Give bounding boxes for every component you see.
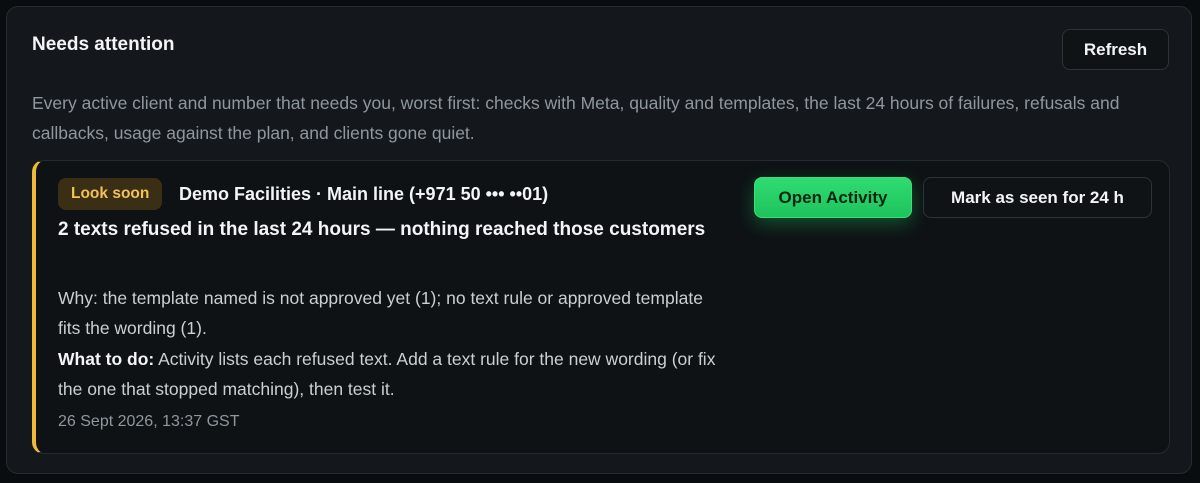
alert-timestamp: 26 Sept 2026, 13:37 GST: [58, 413, 240, 430]
open-activity-button[interactable]: Open Activity: [754, 177, 912, 218]
what-to-do-label: What to do:: [58, 349, 155, 369]
severity-badge: Look soon: [58, 178, 163, 210]
alert-what-to-do: What to do: Activity lists each refused …: [58, 344, 728, 404]
alert-why: Why: the template named is not approved …: [58, 288, 703, 338]
refresh-button[interactable]: Refresh: [1062, 29, 1169, 70]
alert-card: Look soon Demo Facilities · Main line (+…: [32, 160, 1170, 454]
client-line: Demo Facilities · Main line (+971 50 •••…: [179, 184, 549, 204]
panel-title: Needs attention: [32, 34, 175, 55]
what-to-do-text: Activity lists each refused text. Add a …: [58, 349, 716, 399]
needs-attention-panel: Needs attention Refresh Every active cli…: [6, 6, 1192, 474]
alert-headline: 2 texts refused in the last 24 hours — n…: [58, 219, 706, 240]
panel-description: Every active client and number that need…: [32, 93, 1120, 143]
mark-seen-button[interactable]: Mark as seen for 24 h: [923, 177, 1152, 218]
